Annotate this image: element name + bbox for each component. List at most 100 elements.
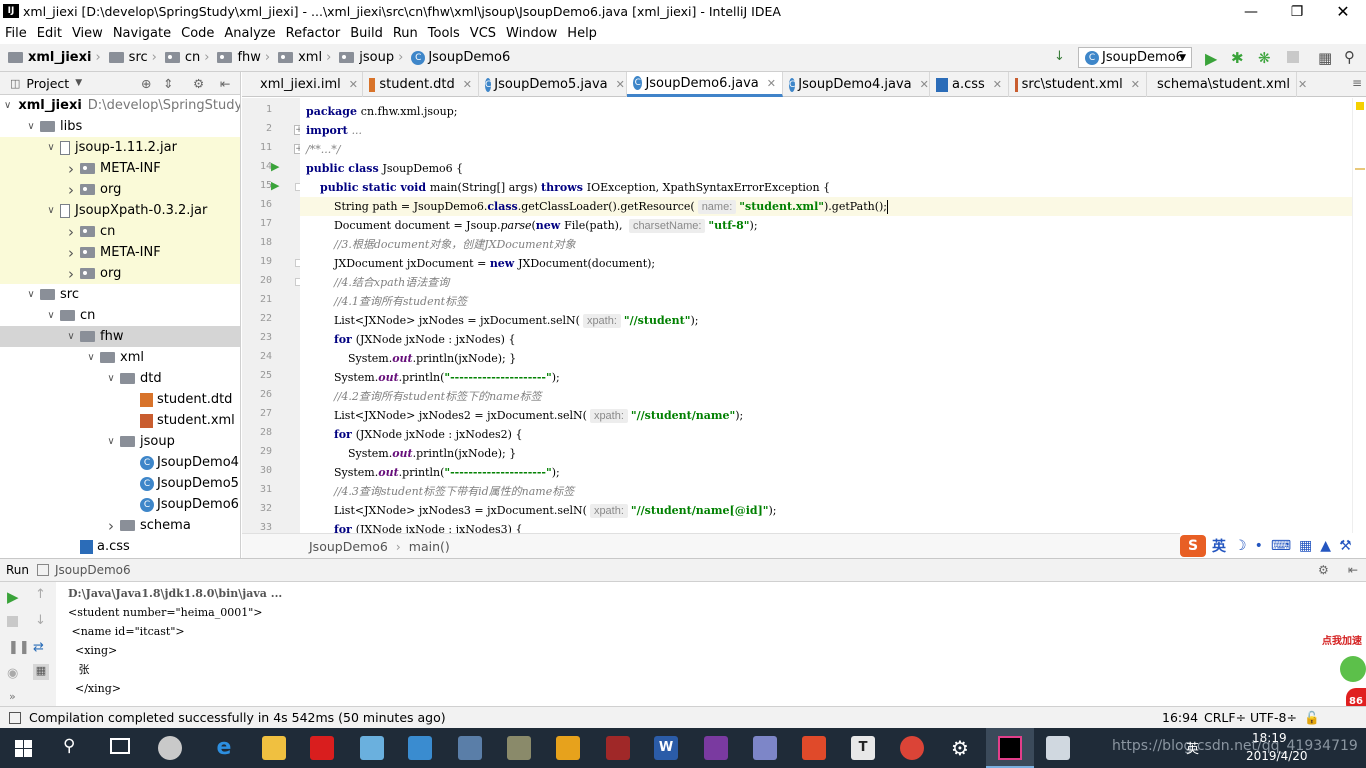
more-icon[interactable]: » <box>9 690 16 703</box>
intellij-taskbar-item[interactable] <box>986 728 1034 768</box>
soft-wrap-icon[interactable]: ⇄ <box>33 640 44 655</box>
code-line[interactable]: for (JXNode jxNode : jxNodes2) { <box>306 425 523 444</box>
tree-node[interactable]: ∨ dtd <box>0 368 240 389</box>
file-explorer-icon[interactable] <box>262 736 286 760</box>
sogou-logo-icon[interactable]: S <box>1180 534 1206 557</box>
caret-position[interactable]: 16:94 <box>1162 710 1198 725</box>
tree-node[interactable]: ∨ xml <box>0 347 240 368</box>
run-gutter-icon[interactable]: ▶ <box>271 179 279 192</box>
expanded-arrow-icon[interactable]: ∨ <box>44 142 58 153</box>
close-icon[interactable]: ✕ <box>920 78 929 91</box>
expanded-arrow-icon[interactable]: ∨ <box>4 100 11 111</box>
tree-node[interactable]: ∨ libs <box>0 116 240 137</box>
editor-crumb-class[interactable]: JsoupDemo6 <box>309 539 388 554</box>
tree-node[interactable]: ∨ fhw <box>0 326 240 347</box>
close-icon[interactable]: ✕ <box>349 78 358 91</box>
editor-tab[interactable]: a.css ✕ <box>930 72 1009 97</box>
close-icon[interactable]: ✕ <box>463 78 472 91</box>
word-icon[interactable]: W <box>654 736 678 760</box>
tree-node[interactable]: ∨ jsoup <box>0 431 240 452</box>
editor-tab[interactable]: schema\student.xml ✕ <box>1147 72 1307 97</box>
tree-node[interactable]: › META-INF <box>0 242 240 263</box>
restore-button[interactable]: ❐ <box>1274 0 1320 23</box>
menu-refactor[interactable]: Refactor <box>281 26 346 41</box>
expanded-arrow-icon[interactable]: ∨ <box>64 331 78 342</box>
breadcrumb-jsoup[interactable]: jsoup › <box>335 50 407 65</box>
tree-node[interactable]: C JsoupDemo4 <box>0 452 240 473</box>
moon-icon[interactable]: ☽ <box>1234 538 1247 554</box>
menu-analyze[interactable]: Analyze <box>219 26 280 41</box>
app-dolphin-icon[interactable] <box>753 736 777 760</box>
code-line[interactable]: for (JXNode jxNode : jxNodes3) { <box>306 520 523 533</box>
close-button[interactable]: ✕ <box>1320 0 1366 23</box>
breadcrumb-fhw[interactable]: fhw › <box>213 50 274 65</box>
code-line[interactable]: Document document = Jsoup.parse(new File… <box>306 216 758 235</box>
collapsed-arrow-icon[interactable]: › <box>104 517 118 535</box>
windows-start-icon[interactable] <box>15 740 32 757</box>
collapsed-arrow-icon[interactable]: › <box>64 223 78 241</box>
collapsed-arrow-icon[interactable]: › <box>64 265 78 283</box>
code-line[interactable]: List<JXNode> jxNodes3 = jxDocument.selN(… <box>306 501 777 520</box>
chrome-icon[interactable] <box>900 736 924 760</box>
breadcrumb-cn[interactable]: cn › <box>161 50 214 65</box>
code-line[interactable]: //4.结合xpath语法查询 <box>306 273 449 292</box>
tree-node[interactable]: a.css <box>0 536 240 557</box>
tree-node[interactable]: ∨ xml_jiexi D:\develop\SpringStudy <box>0 95 240 116</box>
tree-node[interactable]: ∨ cn <box>0 305 240 326</box>
project-structure-icon[interactable]: ▦ <box>1318 49 1332 67</box>
down-arrow-icon[interactable]: ↓ <box>35 613 46 628</box>
chevron-down-icon[interactable]: ▼ <box>75 78 82 88</box>
code-line[interactable]: import ... <box>306 121 362 140</box>
expanded-arrow-icon[interactable]: ∨ <box>24 121 38 132</box>
tree-node[interactable]: › schema <box>0 515 240 536</box>
menu-vcs[interactable]: VCS <box>465 26 501 41</box>
menu-run[interactable]: Run <box>388 26 423 41</box>
editor-tab[interactable]: src\student.xml ✕ <box>1009 72 1147 97</box>
app-editor-icon[interactable] <box>507 736 531 760</box>
tree-node[interactable]: ∨ JsoupXpath-0.3.2.jar <box>0 200 240 221</box>
tree-node[interactable]: › org <box>0 179 240 200</box>
code-line[interactable]: /**...*/ <box>306 140 340 159</box>
run-icon[interactable]: ▶ <box>1205 49 1217 68</box>
breadcrumb-src[interactable]: src › <box>105 50 161 65</box>
expanded-arrow-icon[interactable]: ∨ <box>44 205 58 216</box>
rerun-icon[interactable]: ▶ <box>7 588 19 606</box>
wrench-icon[interactable]: ⚒ <box>1339 538 1352 554</box>
clock-date[interactable]: 2019/4/20 <box>1246 749 1308 763</box>
app-printer-icon[interactable] <box>458 736 482 760</box>
tool-window-icon[interactable] <box>9 711 21 724</box>
file-encoding[interactable]: UTF-8÷ <box>1250 710 1297 725</box>
run-console[interactable]: D:\Java\Java1.8\jdk1.8.0\bin\java ... <st… <box>56 582 1366 706</box>
app-video-icon[interactable] <box>606 736 630 760</box>
breadcrumb-project[interactable]: xml_jiexi › <box>0 50 105 65</box>
search-icon[interactable]: ⚲ <box>63 736 75 756</box>
tree-node[interactable]: ∨ src <box>0 284 240 305</box>
menu-tools[interactable]: Tools <box>423 26 465 41</box>
app-pinwheel-icon[interactable] <box>158 736 182 760</box>
print-icon[interactable]: ▦ <box>33 664 49 680</box>
tree-node[interactable]: › org <box>0 263 240 284</box>
line-separator[interactable]: CRLF÷ <box>1204 710 1246 725</box>
search-icon[interactable]: ⚲ <box>1344 48 1355 66</box>
menu-window[interactable]: Window <box>501 26 562 41</box>
speedup-widget[interactable]: 点我加速 86 <box>1318 628 1366 718</box>
code-line[interactable]: //4.3查询student标签下带有id属性的name标签 <box>306 482 574 501</box>
gear-icon[interactable]: ⚙ <box>193 76 204 91</box>
clock-time[interactable]: 18:19 <box>1252 731 1287 745</box>
tree-node[interactable]: › cn <box>0 221 240 242</box>
editor-tab[interactable]: xml_jiexi.iml ✕ <box>250 72 363 97</box>
editor-tab[interactable]: C JsoupDemo6.java ✕ <box>627 72 783 97</box>
expanded-arrow-icon[interactable]: ∨ <box>44 310 58 321</box>
app-x-icon[interactable] <box>802 736 826 760</box>
tree-node[interactable]: › META-INF <box>0 158 240 179</box>
minimize-button[interactable]: — <box>1228 0 1274 23</box>
editor-tab[interactable]: C JsoupDemo4.java ✕ <box>783 72 930 97</box>
code-line[interactable]: package cn.fhw.xml.jsoup; <box>306 102 457 121</box>
vcs-update-icon[interactable]: ↓ <box>1054 49 1065 64</box>
winrar-icon[interactable] <box>704 736 728 760</box>
close-icon[interactable]: ✕ <box>1131 78 1140 91</box>
lock-icon[interactable]: 🔓 <box>1304 710 1320 726</box>
app-media-icon[interactable] <box>556 736 580 760</box>
code-line[interactable]: System.out.println(jxNode); } <box>306 349 516 368</box>
youdao-dict-icon[interactable] <box>310 736 334 760</box>
